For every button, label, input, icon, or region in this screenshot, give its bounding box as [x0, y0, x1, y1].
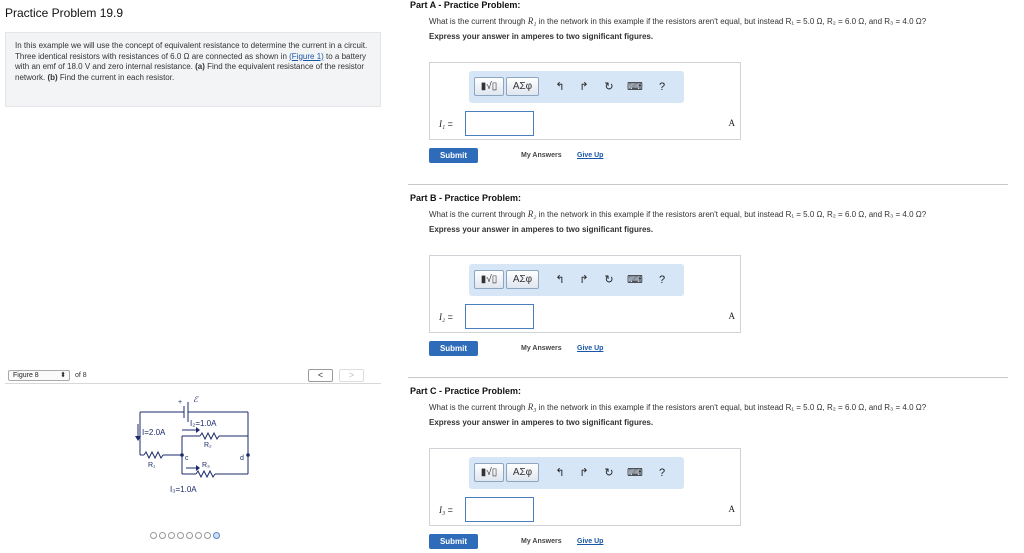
next-figure-button[interactable]: >	[339, 369, 364, 382]
answer-unit: A	[728, 311, 736, 321]
intro-part-b: (b)	[47, 72, 58, 82]
answer-instructions: Express your answer in amperes to two si…	[429, 32, 654, 41]
pager-dot[interactable]	[204, 532, 211, 539]
question-pre: What is the current through	[429, 403, 528, 412]
current-total-label: I=2.0A	[142, 428, 166, 437]
keyboard-icon[interactable]: ⌨	[627, 272, 643, 288]
redo-icon[interactable]: ↱	[576, 272, 592, 288]
part-heading: Part A - Practice Problem:	[410, 0, 521, 10]
pager-dot[interactable]	[168, 532, 175, 539]
reset-icon[interactable]: ↻	[601, 79, 617, 95]
question-text: What is the current through R₁ in the ne…	[429, 16, 1008, 27]
math-toolbar: ▮√▯ ΑΣφ ↰ ↱ ↻ ⌨ ?	[469, 457, 684, 489]
submit-button[interactable]: Submit	[429, 148, 478, 163]
answer-unit: A	[728, 504, 736, 514]
redo-icon[interactable]: ↱	[576, 79, 592, 95]
pager-dot[interactable]	[150, 532, 157, 539]
undo-icon[interactable]: ↰	[552, 465, 568, 481]
pager-dot[interactable]	[186, 532, 193, 539]
part-divider	[408, 184, 1008, 185]
question-text: What is the current through R₂ in the ne…	[429, 209, 1008, 220]
answer-variable-label: I₃ =	[439, 505, 453, 515]
figure-select[interactable]: Figure 8 ⬍	[8, 370, 70, 381]
answer-input[interactable]	[465, 304, 534, 329]
reset-icon[interactable]: ↻	[601, 465, 617, 481]
answer-input[interactable]	[465, 111, 534, 136]
symbols-button[interactable]: ΑΣφ	[506, 463, 539, 482]
answer-box: ▮√▯ ΑΣφ ↰ ↱ ↻ ⌨ ? I₂ = A	[429, 255, 741, 333]
question-pre: What is the current through	[429, 210, 528, 219]
keyboard-icon[interactable]: ⌨	[627, 79, 643, 95]
symbols-button[interactable]: ΑΣφ	[506, 270, 539, 289]
symbols-button[interactable]: ΑΣφ	[506, 77, 539, 96]
r1-label: R₁	[148, 462, 156, 469]
answer-unit: A	[728, 118, 736, 128]
problem-panel: Practice Problem 19.9 In this example we…	[0, 0, 390, 553]
help-icon[interactable]: ?	[654, 272, 670, 288]
part-heading: Part B - Practice Problem:	[410, 193, 522, 203]
math-toolbar: ▮√▯ ΑΣφ ↰ ↱ ↻ ⌨ ?	[469, 264, 684, 296]
answer-input[interactable]	[465, 497, 534, 522]
part-section-c: Part C - Practice Problem: What is the c…	[410, 386, 1008, 549]
figure-nav-bar: Figure 8 ⬍ of 8 < >	[5, 368, 381, 384]
current-2-label: I₂=1.0A	[190, 419, 217, 428]
question-post: in the network in this example if the re…	[536, 17, 927, 26]
pager-dot[interactable]	[159, 532, 166, 539]
pager-dot[interactable]	[213, 532, 220, 539]
my-answers-link[interactable]: My Answers	[521, 538, 562, 545]
intro-text-4: Find the current in each resistor.	[57, 72, 175, 82]
emf-plus-label: +	[178, 399, 182, 406]
my-answers-link[interactable]: My Answers	[521, 152, 562, 159]
reset-icon[interactable]: ↻	[601, 272, 617, 288]
help-icon[interactable]: ?	[654, 79, 670, 95]
select-arrows-icon: ⬍	[60, 372, 66, 379]
answer-instructions: Express your answer in amperes to two si…	[429, 418, 654, 427]
current-3-label: I₃=1.0A	[170, 485, 197, 494]
answer-box: ▮√▯ ΑΣφ ↰ ↱ ↻ ⌨ ? I₁ = A	[429, 62, 741, 140]
submit-button[interactable]: Submit	[429, 534, 478, 549]
templates-button[interactable]: ▮√▯	[474, 463, 504, 482]
figure-select-value: Figure 8	[13, 372, 39, 379]
answer-box: ▮√▯ ΑΣφ ↰ ↱ ↻ ⌨ ? I₃ = A	[429, 448, 741, 526]
part-section-b: Part B - Practice Problem: What is the c…	[410, 193, 1008, 356]
pager-dot[interactable]	[195, 532, 202, 539]
node-d-label: d	[240, 455, 244, 462]
problem-title: Practice Problem 19.9	[5, 6, 124, 20]
math-toolbar: ▮√▯ ΑΣφ ↰ ↱ ↻ ⌨ ?	[469, 71, 684, 103]
answer-variable-label: I₁ =	[439, 119, 453, 129]
part-section-a: Part A - Practice Problem: What is the c…	[410, 0, 1008, 163]
problem-intro: In this example we will use the concept …	[5, 32, 381, 107]
figure-count: of 8	[75, 372, 87, 379]
question-post: in the network in this example if the re…	[536, 403, 927, 412]
r2-label: R₂	[204, 442, 212, 449]
my-answers-link[interactable]: My Answers	[521, 345, 562, 352]
undo-icon[interactable]: ↰	[552, 272, 568, 288]
templates-button[interactable]: ▮√▯	[474, 77, 504, 96]
previous-figure-button[interactable]: <	[308, 369, 333, 382]
figure-link[interactable]: (Figure 1)	[289, 52, 324, 61]
node-c-label: c	[185, 455, 189, 462]
give-up-link[interactable]: Give Up	[577, 345, 603, 352]
emf-label: ℰ	[193, 395, 199, 404]
r3-label: R₃	[202, 462, 210, 469]
answer-instructions: Express your answer in amperes to two si…	[429, 225, 654, 234]
question-post: in the network in this example if the re…	[536, 210, 927, 219]
intro-part-a: (a)	[195, 62, 205, 71]
redo-icon[interactable]: ↱	[576, 465, 592, 481]
question-pre: What is the current through	[429, 17, 528, 26]
keyboard-icon[interactable]: ⌨	[627, 465, 643, 481]
give-up-link[interactable]: Give Up	[577, 538, 603, 545]
give-up-link[interactable]: Give Up	[577, 152, 603, 159]
part-divider	[408, 377, 1008, 378]
pager-dot[interactable]	[177, 532, 184, 539]
undo-icon[interactable]: ↰	[552, 79, 568, 95]
help-icon[interactable]: ?	[654, 465, 670, 481]
answer-variable-label: I₂ =	[439, 312, 453, 322]
templates-button[interactable]: ▮√▯	[474, 270, 504, 289]
figure-pager	[150, 532, 220, 540]
submit-button[interactable]: Submit	[429, 341, 478, 356]
question-text: What is the current through R₃ in the ne…	[429, 402, 1008, 413]
part-heading: Part C - Practice Problem:	[410, 386, 522, 396]
circuit-diagram: + ℰ I=2.0A I₂=1.0A R₂ R₁ c d R₃ I₃=1.0A	[135, 395, 250, 494]
